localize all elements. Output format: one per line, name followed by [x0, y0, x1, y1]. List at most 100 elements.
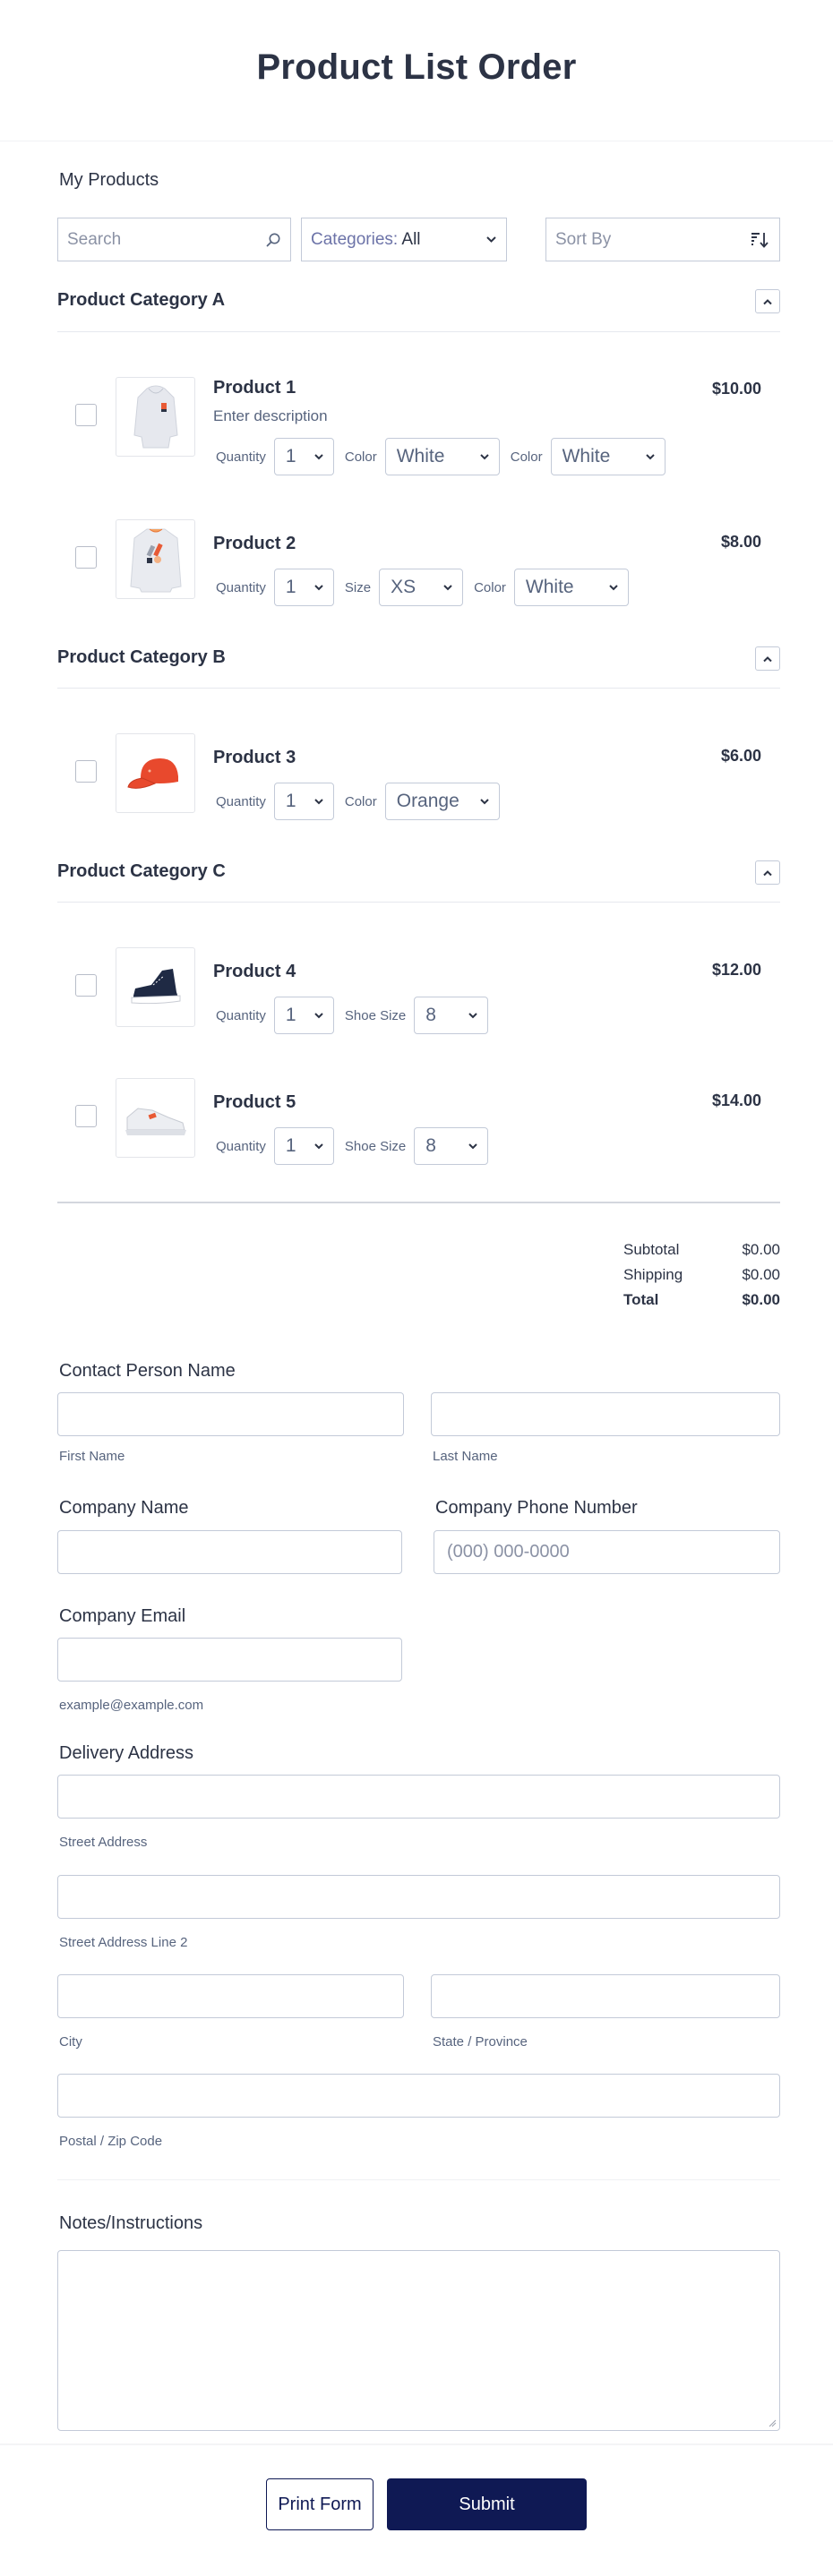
product-3-quantity-select[interactable]: 1 [273, 783, 334, 820]
product-1-name: Product 1 [213, 378, 296, 398]
search-input[interactable]: Search [57, 218, 291, 261]
print-form-button[interactable]: Print Form [266, 2478, 374, 2530]
company-phone-placeholder: (000) 000-0000 [447, 1542, 570, 1562]
notes-textarea[interactable] [57, 2250, 780, 2431]
color-label: Color [344, 793, 377, 809]
chevron-down-icon [314, 454, 323, 460]
sort-by-select[interactable]: Sort By [545, 218, 780, 261]
product-1-color-2-select[interactable]: White [550, 438, 666, 475]
postal-zip-input[interactable] [57, 2074, 780, 2118]
company-name-input[interactable] [57, 1530, 402, 1574]
product-2-size-select[interactable]: XS [379, 569, 464, 606]
chevron-down-icon [468, 1143, 477, 1150]
company-email-input[interactable] [57, 1638, 402, 1682]
product-4-quantity-select[interactable]: 1 [273, 997, 334, 1034]
product-5-price: $14.00 [711, 1091, 761, 1109]
product-4-shoe-size-select[interactable]: 8 [414, 997, 489, 1034]
color-label: Color [474, 579, 506, 595]
product-1-options: Quantity 1 Color White Color White [216, 438, 676, 475]
product-5-quantity-select[interactable]: 1 [273, 1127, 334, 1165]
category-divider [57, 902, 780, 903]
product-1-checkbox[interactable] [75, 404, 97, 426]
company-email-label: Company Email [59, 1606, 186, 1626]
postal-zip-sublabel: Postal / Zip Code [59, 2134, 163, 2149]
shoe-size-label: Shoe Size [344, 1007, 407, 1023]
form-header: Product List Order [0, 0, 833, 141]
products-section-label: My Products [59, 170, 159, 190]
search-icon[interactable] [265, 232, 281, 248]
last-name-input[interactable] [431, 1392, 780, 1436]
quantity-label: Quantity [216, 1007, 266, 1023]
product-3-color-select[interactable]: Orange [384, 783, 500, 820]
category-divider [57, 688, 780, 689]
shoe-size-label: Shoe Size [344, 1138, 407, 1154]
first-name-input[interactable] [57, 1392, 404, 1436]
shipping-value: $0.00 [742, 1266, 780, 1283]
product-1-quantity-select[interactable]: 1 [273, 438, 334, 475]
total-value: $0.00 [742, 1291, 780, 1308]
street-address-line-2-input[interactable] [57, 1875, 780, 1919]
product-3-checkbox[interactable] [75, 760, 97, 783]
footer-divider [0, 2443, 833, 2445]
street-address-input[interactable] [57, 1775, 780, 1819]
product-2-options: Quantity 1 Size XS Color White [216, 569, 640, 606]
categories-filter-select[interactable]: Categories: All [301, 218, 507, 261]
product-5-checkbox[interactable] [75, 1105, 97, 1127]
product-4-checkbox[interactable] [75, 974, 97, 997]
first-name-sublabel: First Name [59, 1449, 125, 1464]
product-2-color-select[interactable]: White [513, 569, 629, 606]
product-4-name: Product 4 [213, 962, 296, 981]
chevron-down-icon [480, 799, 489, 805]
product-2-checkbox[interactable] [75, 546, 97, 569]
last-name-sublabel: Last Name [433, 1449, 498, 1464]
chevron-up-icon [763, 298, 772, 304]
resize-handle-icon[interactable] [769, 2419, 777, 2427]
delivery-address-label: Delivery Address [59, 1743, 194, 1763]
city-input[interactable] [57, 1974, 404, 2018]
section-divider [57, 2179, 780, 2180]
category-c-collapse-button[interactable] [755, 860, 780, 885]
submit-button[interactable]: Submit [387, 2478, 587, 2530]
chevron-down-icon [443, 585, 452, 591]
product-5-shoe-size-select[interactable]: 8 [414, 1127, 489, 1165]
company-phone-input[interactable]: (000) 000-0000 [434, 1530, 780, 1574]
total-row: Total $0.00 [623, 1288, 780, 1313]
search-placeholder: Search [67, 229, 122, 249]
order-totals: Subtotal $0.00 Shipping $0.00 Total $0.0… [623, 1237, 780, 1313]
product-2-name: Product 2 [213, 534, 296, 553]
chevron-down-icon [468, 1013, 477, 1019]
category-title-b: Product Category B [57, 647, 226, 667]
category-title-a: Product Category A [57, 290, 226, 310]
categories-filter-value: Categories: All [311, 229, 421, 249]
quantity-label: Quantity [216, 579, 266, 595]
product-5-options: Quantity 1 Shoe Size 8 [216, 1127, 499, 1165]
category-a-collapse-button[interactable] [755, 289, 780, 313]
product-1-color-select[interactable]: White [384, 438, 500, 475]
color-label: Color [510, 449, 543, 465]
city-sublabel: City [59, 2034, 82, 2050]
company-phone-label: Company Phone Number [435, 1498, 638, 1518]
white-hoodie-image [116, 377, 195, 457]
chevron-down-icon [645, 454, 655, 460]
category-b-collapse-button[interactable] [755, 646, 780, 671]
page-title: Product List Order [256, 47, 577, 87]
chevron-down-icon [314, 799, 323, 805]
total-label: Total [623, 1291, 659, 1308]
street-address-line-2-sublabel: Street Address Line 2 [59, 1935, 188, 1950]
chevron-down-icon [480, 454, 489, 460]
state-province-sublabel: State / Province [433, 2034, 528, 2050]
totals-divider [57, 1202, 780, 1203]
product-1-description: Enter description [213, 407, 328, 424]
white-running-shoe-image [116, 1078, 195, 1158]
shipping-row: Shipping $0.00 [623, 1262, 780, 1288]
product-3-price: $6.00 [720, 747, 761, 765]
state-province-input[interactable] [431, 1974, 780, 2018]
street-address-sublabel: Street Address [59, 1835, 148, 1850]
shipping-label: Shipping [623, 1266, 683, 1283]
sort-descending-icon [751, 231, 770, 249]
product-2-quantity-select[interactable]: 1 [273, 569, 334, 606]
quantity-label: Quantity [216, 793, 266, 809]
quantity-label: Quantity [216, 1138, 266, 1154]
chevron-up-icon [763, 655, 772, 662]
product-2-price: $8.00 [720, 533, 761, 551]
